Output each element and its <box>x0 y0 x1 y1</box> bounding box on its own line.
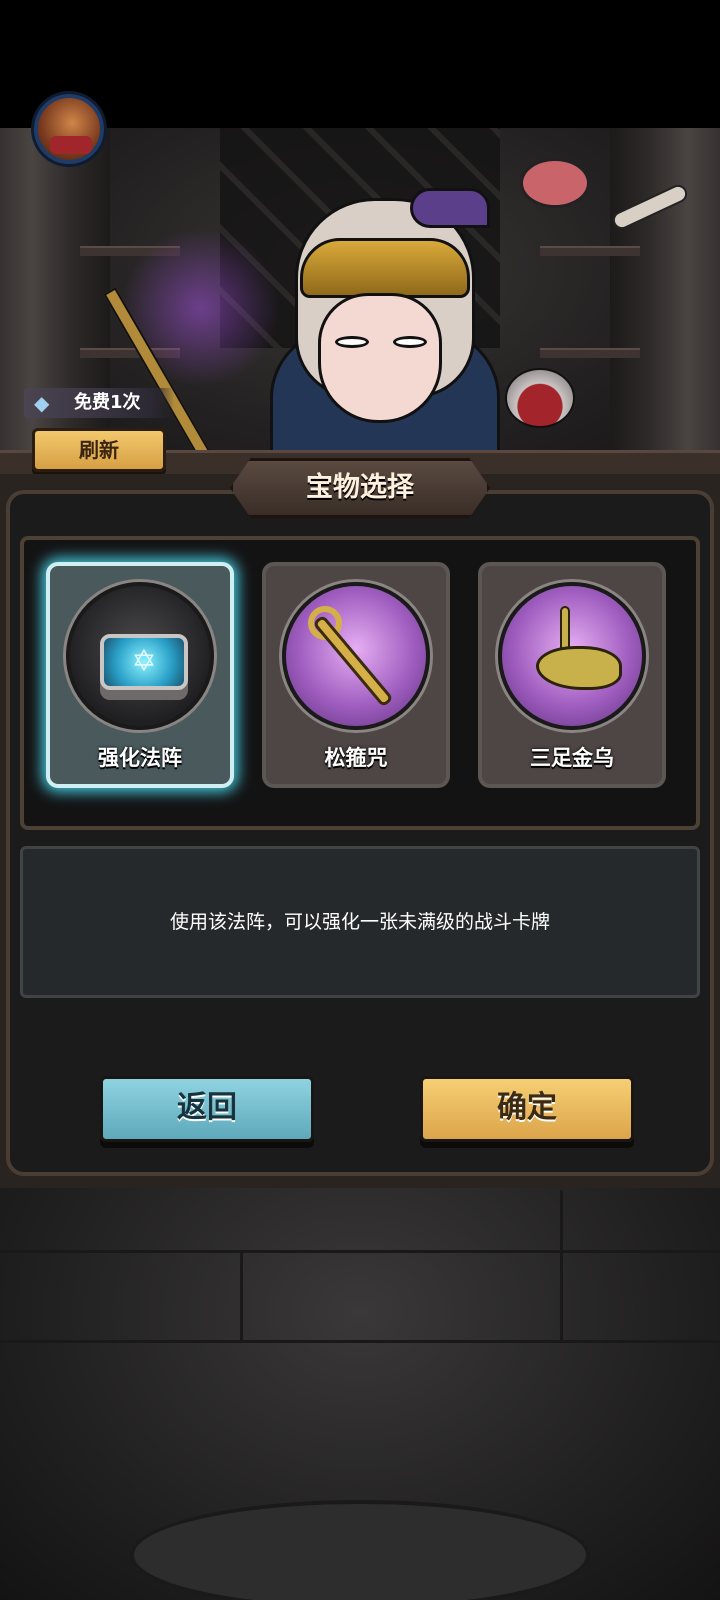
treasure-name: 强化法阵 <box>98 746 182 770</box>
shopkeeper-crown <box>300 238 470 298</box>
player-avatar[interactable] <box>34 94 104 164</box>
curtain-right <box>610 128 720 480</box>
potion-flask <box>505 368 575 428</box>
rune-stone: ✡ <box>100 634 188 690</box>
wall-seam <box>560 1190 563 1340</box>
treasure-card-headband-spell[interactable]: 松箍咒 <box>262 562 450 788</box>
hanging-meat <box>520 158 590 208</box>
treasure-name: 松箍咒 <box>324 746 388 770</box>
shelf <box>540 246 640 256</box>
shopkeeper-face <box>318 293 442 423</box>
staff-shaft <box>312 614 394 708</box>
panel-title: 宝物选择 <box>306 472 414 503</box>
treasure-name: 三足金乌 <box>530 746 614 770</box>
bird-body <box>536 646 622 690</box>
golden-crow-icon <box>498 582 646 730</box>
wall-seam <box>240 1250 243 1340</box>
shopkeeper-hat <box>410 188 490 228</box>
treasure-card-golden-crow[interactable]: 三足金乌 <box>478 562 666 788</box>
back-button[interactable]: 返回 <box>100 1076 314 1142</box>
floor-stain <box>130 1500 590 1600</box>
rune-array-icon: ✡ <box>66 582 214 730</box>
treasure-description: 使用该法阵，可以强化一张未满级的战斗卡牌 <box>169 911 550 933</box>
treasure-card-enhance-array[interactable]: ✡ 强化法阵 <box>46 562 234 788</box>
eye <box>335 336 369 348</box>
free-count-label: 免费1次 <box>74 392 141 413</box>
refresh-button[interactable]: 刷新 <box>32 428 166 472</box>
golden-staff-icon <box>282 582 430 730</box>
wall-seam <box>0 1250 720 1253</box>
shelf <box>540 348 640 358</box>
hexagram-icon: ✡ <box>131 644 157 679</box>
crystal-icon: ◆ <box>34 391 50 415</box>
wall-seam <box>0 1340 720 1343</box>
top-black-bar <box>0 0 720 128</box>
eye <box>393 336 427 348</box>
confirm-button[interactable]: 确定 <box>420 1076 634 1142</box>
